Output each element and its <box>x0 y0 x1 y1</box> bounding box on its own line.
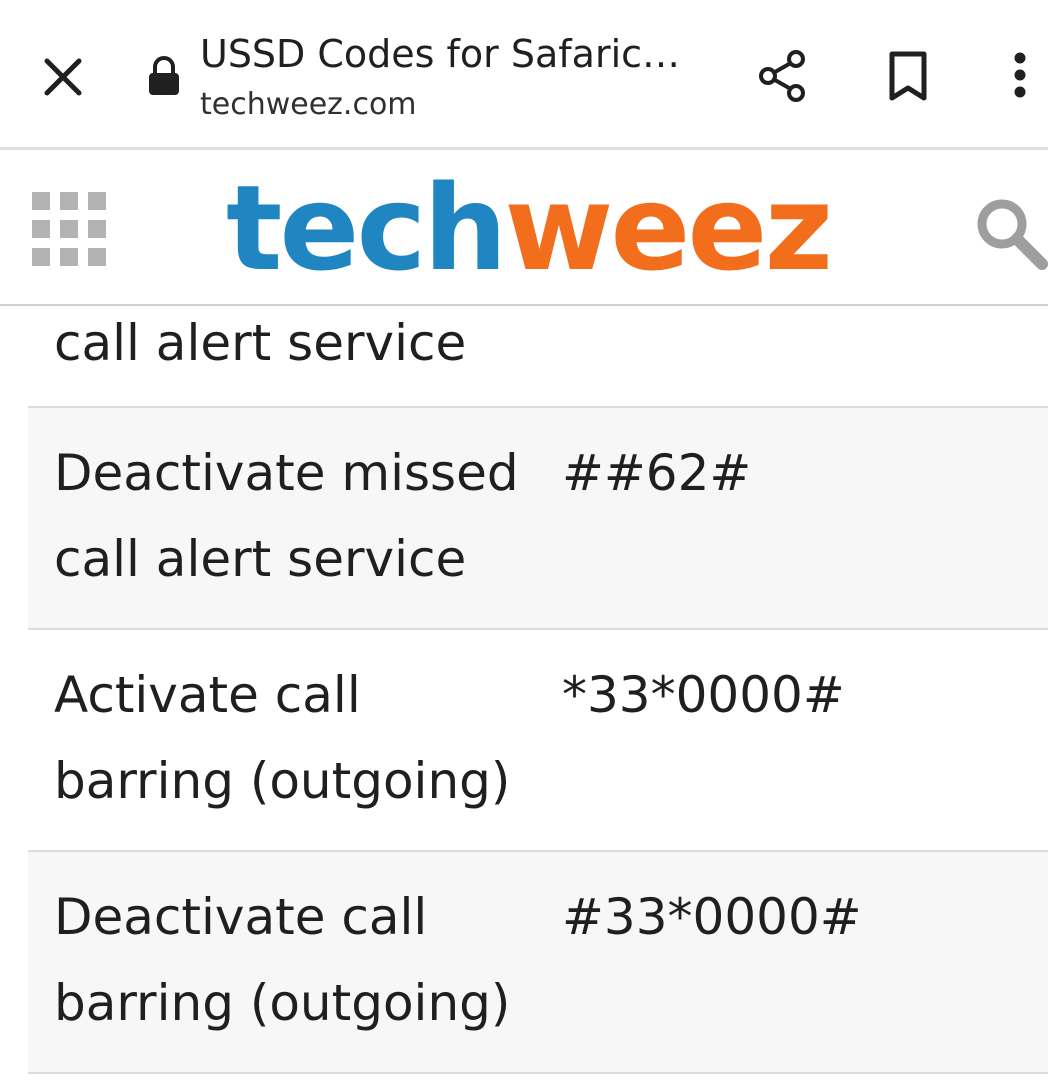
browser-toolbar: USSD Codes for Safaric… techweez.com <box>0 0 1048 150</box>
search-icon[interactable] <box>972 194 1048 270</box>
row-description: Deactivate call barring (outgoing) <box>54 888 511 1032</box>
logo-tech: tech <box>226 159 507 297</box>
logo-weez: weez <box>504 159 833 297</box>
ussd-codes-table: call alert service Deactivate missed cal… <box>28 306 1048 1074</box>
table-row: Deactivate call barring (outgoing) #33*0… <box>28 852 1048 1074</box>
row-code: ##62# <box>562 444 752 502</box>
share-icon[interactable] <box>752 44 812 108</box>
more-vert-icon[interactable] <box>996 44 1044 108</box>
table-row: call alert service <box>28 306 1048 408</box>
row-code: *33*0000# <box>562 666 845 724</box>
lock-icon <box>149 56 179 95</box>
row-code: #33*0000# <box>562 888 862 946</box>
table-row: Deactivate missed call alert service ##6… <box>28 408 1048 630</box>
close-icon <box>44 58 82 96</box>
row-description: Activate call barring (outgoing) <box>54 666 511 810</box>
grid-menu-icon[interactable] <box>30 190 110 270</box>
page-url[interactable]: techweez.com <box>200 86 417 124</box>
site-logo[interactable]: techweez <box>226 159 833 297</box>
row-description: Deactivate missed call alert service <box>54 444 519 588</box>
site-header: techweez <box>0 150 1048 306</box>
page-title[interactable]: USSD Codes for Safaric… <box>200 30 680 78</box>
table-row: Activate call barring (outgoing) *33*000… <box>28 630 1048 852</box>
close-button[interactable] <box>28 42 98 112</box>
row-description: call alert service <box>54 314 467 372</box>
bookmark-icon[interactable] <box>880 44 936 108</box>
